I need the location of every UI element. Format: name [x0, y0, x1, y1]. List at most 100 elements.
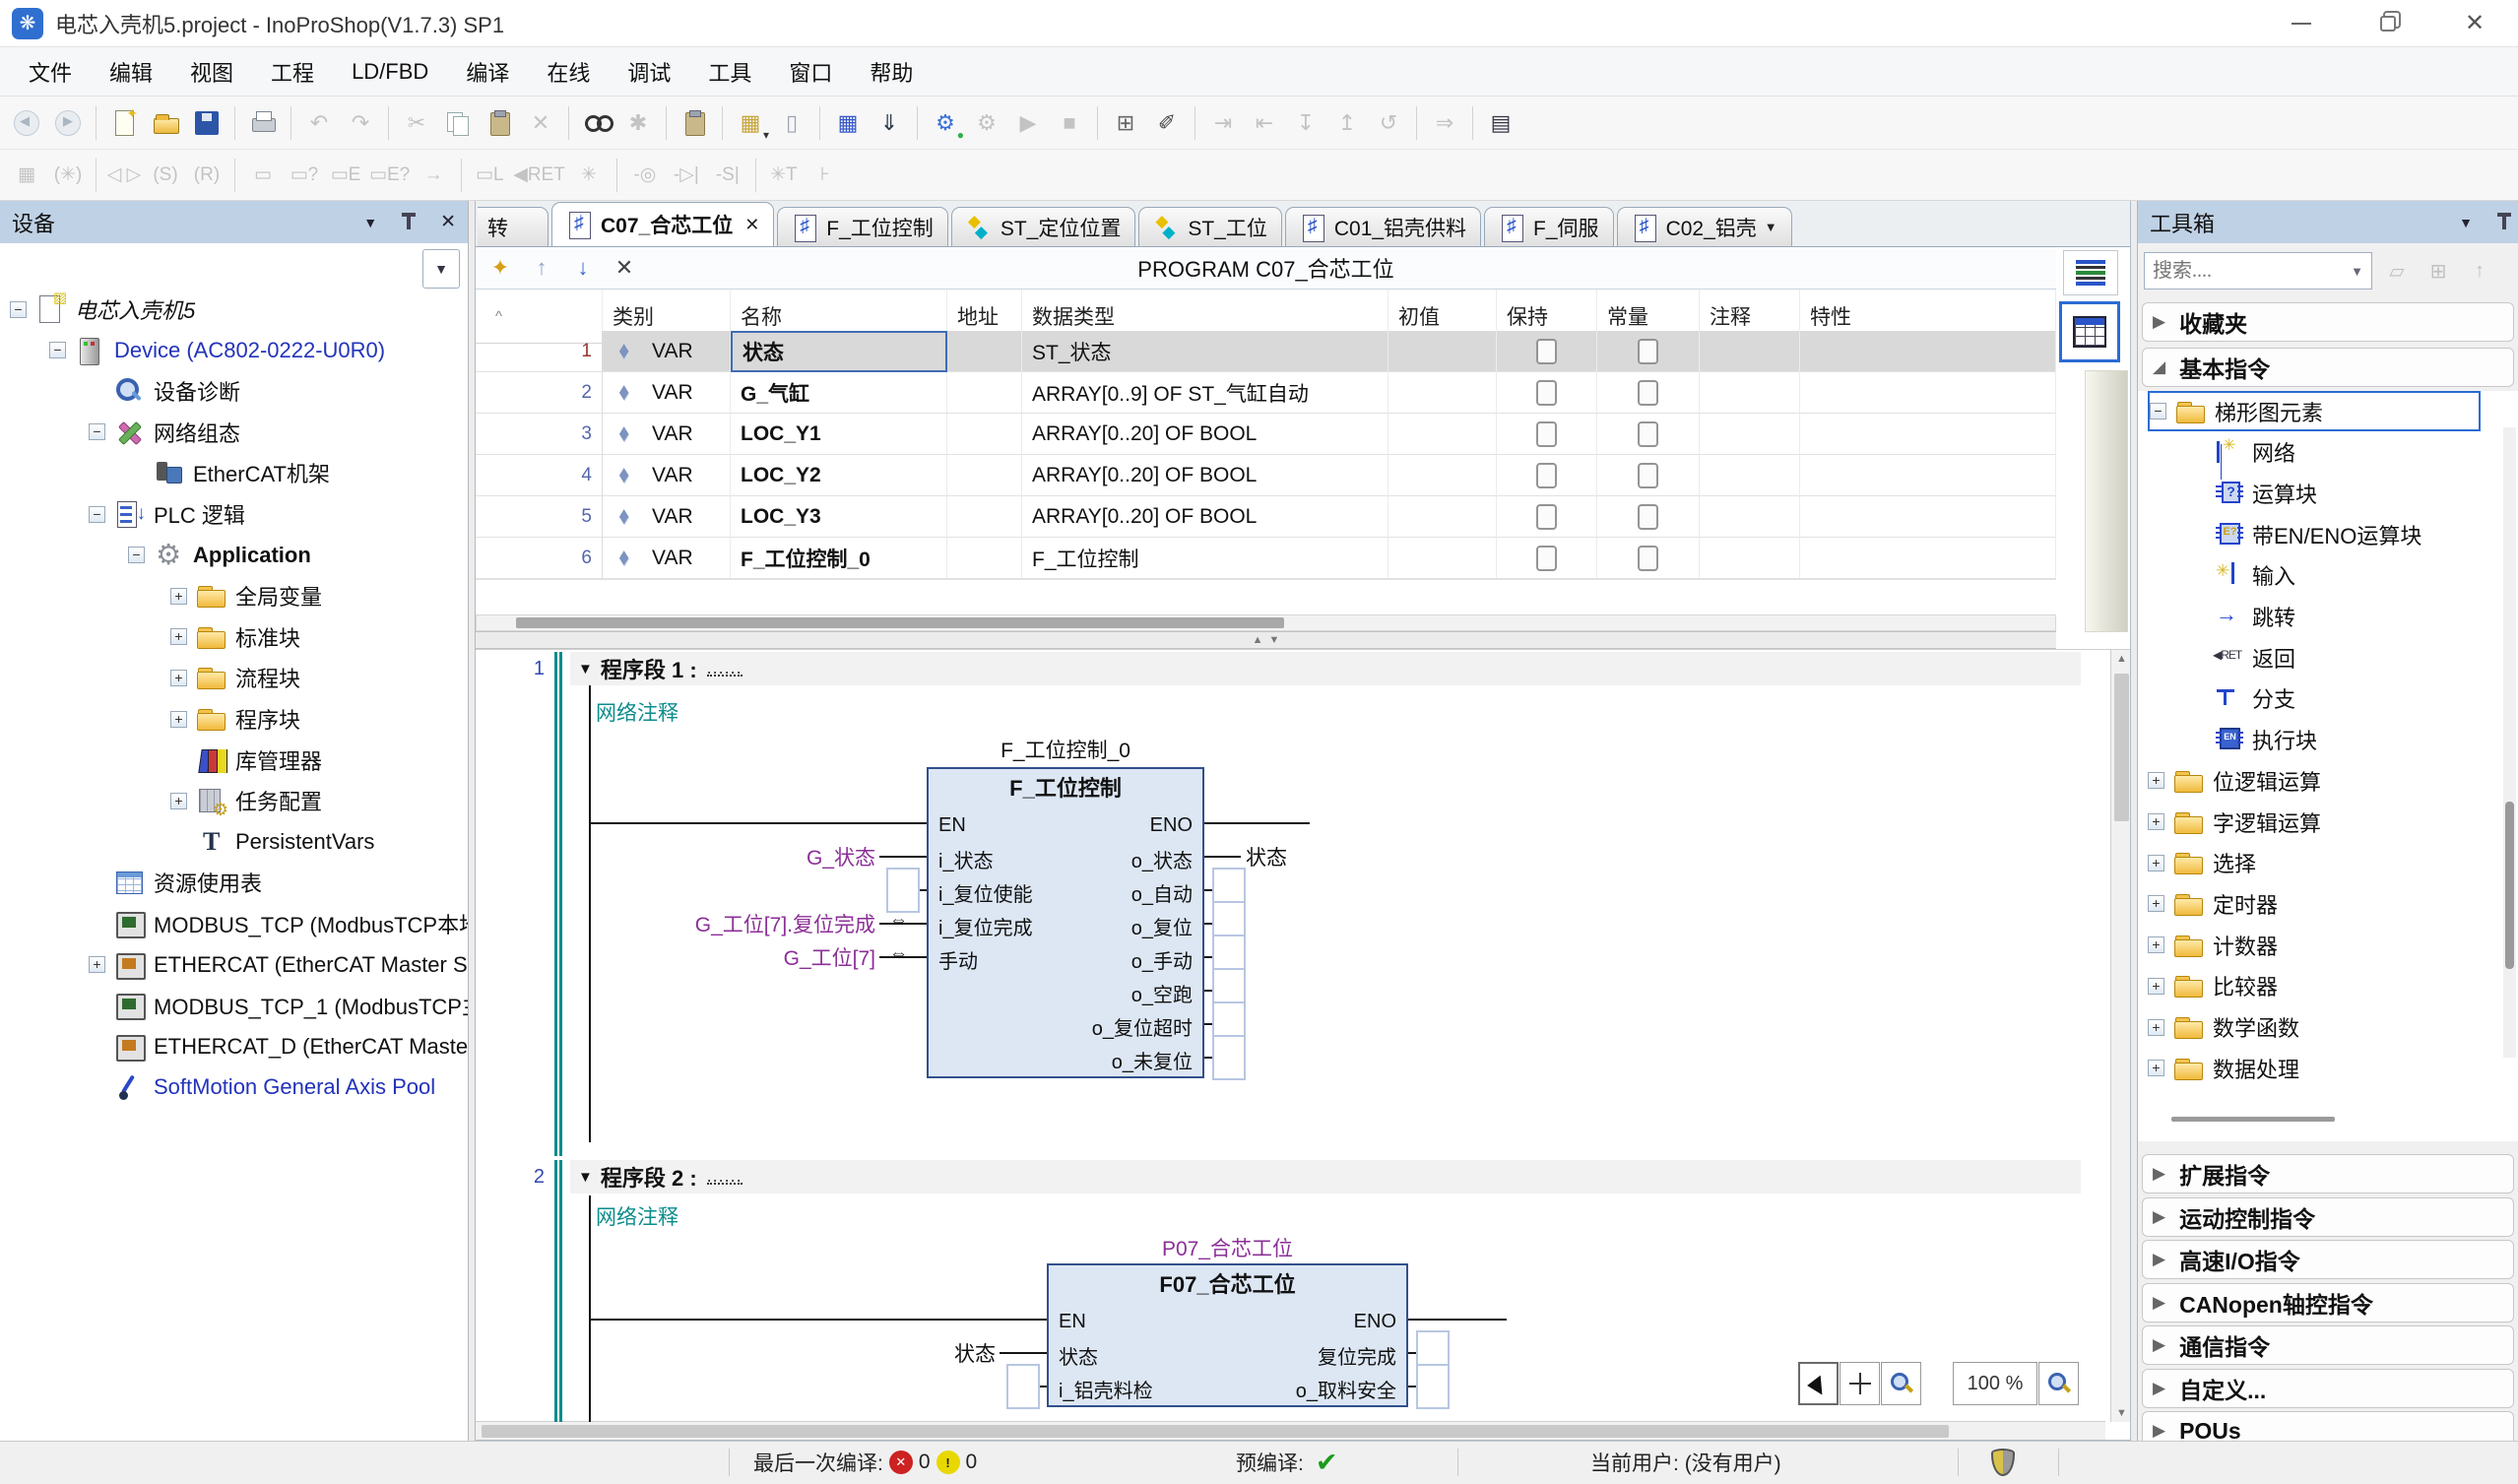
retain-checkbox[interactable]	[1536, 504, 1557, 530]
expand-icon[interactable]: +	[2148, 1060, 2164, 1076]
cell-class[interactable]: VAR	[603, 455, 731, 496]
splitter-up-icon[interactable]: ▲	[1253, 634, 1263, 646]
ld-tool-0[interactable]: ▦	[6, 155, 47, 196]
tree-item-MODBUS_TCP_1 (ModbusTCP主[interactable]: MODBUS_TCP_1 (ModbusTCP主	[89, 985, 469, 1026]
input-operand[interactable]: 状态	[633, 1338, 996, 1366]
toolbox-item-输入[interactable]: 输入	[2213, 555, 2295, 596]
ld-tool-10[interactable]: ▭L	[469, 155, 510, 196]
cell-comment[interactable]	[1700, 414, 1800, 455]
tree-item-资源使用表[interactable]: 资源使用表	[89, 862, 262, 903]
zoom-fit-button[interactable]	[2038, 1362, 2079, 1405]
step-over[interactable]: ⇥	[1202, 102, 1244, 144]
cell-datatype[interactable]: ARRAY[0..9] OF ST_气缸自动	[1022, 372, 1388, 414]
table-horizontal-scrollbar[interactable]	[476, 614, 2056, 631]
cell-attribute[interactable]	[1800, 538, 2056, 579]
cell-attribute[interactable]	[1800, 414, 2056, 455]
login[interactable]: ⚙●	[925, 102, 966, 144]
output-operand[interactable]: 状态	[1246, 842, 1287, 871]
section-高速I/O指令[interactable]: ▶高速I/O指令	[2142, 1240, 2514, 1279]
collapse-triangle-icon[interactable]: ▼	[578, 661, 593, 677]
tab-C07_合芯工位[interactable]: C07_合芯工位✕	[551, 202, 774, 246]
cell-comment[interactable]	[1700, 496, 1800, 538]
cell-name[interactable]: LOC_Y2	[731, 455, 947, 496]
cell-comment[interactable]	[1700, 455, 1800, 496]
toolbox-item-计数器[interactable]: +计数器	[2148, 925, 2278, 965]
cell-address[interactable]	[947, 538, 1022, 579]
retain-checkbox[interactable]	[1536, 421, 1557, 447]
section-POUs[interactable]: ▶POUs	[2142, 1411, 2514, 1441]
table-scroll-thumb[interactable]	[516, 617, 1284, 628]
section-favorites[interactable]: ▶收藏夹	[2142, 302, 2514, 342]
tree-item-MODBUS_TCP (ModbusTCP本地,[interactable]: MODBUS_TCP (ModbusTCP本地,	[89, 903, 469, 944]
toolbox-scroll-thumb[interactable]	[2505, 802, 2514, 969]
cell-initvalue[interactable]	[1388, 538, 1497, 579]
find[interactable]	[576, 102, 617, 144]
menu-工具[interactable]: 工具	[689, 47, 770, 96]
ld-tool-13[interactable]: -◎	[624, 155, 666, 196]
constant-checkbox[interactable]	[1638, 380, 1658, 406]
toolbox-item-分支[interactable]: 分支	[2213, 678, 2295, 719]
menu-在线[interactable]: 在线	[528, 47, 609, 96]
input-assistant[interactable]	[674, 102, 715, 144]
cell-class[interactable]: VAR	[603, 372, 731, 414]
toolbox-item-字逻辑运算[interactable]: +字逻辑运算	[2148, 802, 2321, 842]
navigate-back[interactable]	[6, 102, 47, 144]
expand-icon[interactable]: +	[2148, 772, 2164, 789]
cell-name[interactable]: G_气缸	[731, 372, 947, 414]
menu-调试[interactable]: 调试	[609, 47, 689, 96]
expand-icon[interactable]: +	[2148, 1019, 2164, 1036]
ld-tool-11[interactable]: ◀RET	[510, 155, 568, 196]
cell-initvalue[interactable]	[1388, 372, 1497, 414]
scroll-down-icon[interactable]: ▼	[2111, 1407, 2131, 1419]
toolbox-item-返回[interactable]: 返回	[2213, 637, 2295, 677]
tab-overflow-icon[interactable]: ▼	[1765, 220, 1777, 234]
restore-button[interactable]	[2345, 0, 2431, 46]
cell-comment[interactable]	[1700, 538, 1800, 579]
tree-item-任务配置[interactable]: +任务配置	[170, 780, 322, 821]
textual-view-button[interactable]	[2063, 250, 2118, 295]
panel-close-icon[interactable]: ✕	[440, 211, 456, 233]
tab-F_工位控制[interactable]: F_工位控制	[777, 207, 948, 246]
toolbox-item-数据处理[interactable]: +数据处理	[2148, 1048, 2299, 1088]
menu-编辑[interactable]: 编辑	[91, 47, 171, 96]
toolbox-menu-icon[interactable]: ▼	[2459, 215, 2473, 230]
toolbox-item-运算块[interactable]: 运算块	[2213, 473, 2317, 513]
ld-tool-4[interactable]: (R)	[186, 155, 227, 196]
tree-item-ETHERCAT_D (EtherCAT Master[interactable]: ETHERCAT_D (EtherCAT Master	[89, 1026, 469, 1067]
zoom-level[interactable]: 100 %	[1953, 1362, 2037, 1405]
add-block-button[interactable]: ⊞	[2421, 252, 2455, 290]
tab-C02_铝壳[interactable]: C02_铝壳▼	[1617, 207, 1792, 246]
network-header[interactable]: ▼程序段 2 :......	[578, 1160, 742, 1194]
expand-icon[interactable]: +	[170, 628, 187, 645]
cell-initvalue[interactable]	[1388, 414, 1497, 455]
network-comment[interactable]: 网络注释	[596, 1201, 678, 1229]
build[interactable]: ▦	[827, 102, 869, 144]
cell-address[interactable]	[947, 455, 1022, 496]
declaration-dropdown[interactable]: ▦▾	[730, 102, 771, 144]
network-comment-placeholder[interactable]: ......	[707, 1169, 742, 1185]
new-file[interactable]	[103, 102, 145, 144]
cell-class[interactable]: VAR	[603, 496, 731, 538]
cell-name[interactable]: LOC_Y1	[731, 414, 947, 455]
menu-窗口[interactable]: 窗口	[770, 47, 851, 96]
navigate-forward[interactable]	[47, 102, 89, 144]
delete[interactable]: ✕	[520, 102, 561, 144]
toolbox-item-位逻辑运算[interactable]: +位逻辑运算	[2148, 760, 2321, 801]
input-operand[interactable]: G_状态	[513, 842, 875, 870]
cut[interactable]: ✂	[396, 102, 437, 144]
section-通信指令[interactable]: ▶通信指令	[2142, 1325, 2514, 1365]
watch-list[interactable]: ▤	[1480, 102, 1521, 144]
ld-tool-3[interactable]: (S)	[145, 155, 186, 196]
cell-class[interactable]: VAR	[603, 331, 731, 372]
tab-C01_铝壳供料[interactable]: C01_铝壳供料	[1285, 207, 1481, 246]
menu-工程[interactable]: 工程	[252, 47, 333, 96]
tab-ST_定位位置[interactable]: ST_定位位置	[951, 207, 1136, 246]
tree-item-设备诊断[interactable]: 设备诊断	[89, 370, 240, 412]
search-input[interactable]	[2153, 260, 2330, 283]
retain-checkbox[interactable]	[1536, 380, 1557, 406]
cell-address[interactable]	[947, 496, 1022, 538]
section-CANopen轴控指令[interactable]: ▶CANopen轴控指令	[2142, 1283, 2514, 1323]
tree-item-Device (AC802-0222-U0R0)[interactable]: −Device (AC802-0222-U0R0)	[49, 330, 385, 371]
expand-icon[interactable]: +	[89, 956, 105, 973]
constant-checkbox[interactable]	[1638, 339, 1658, 364]
